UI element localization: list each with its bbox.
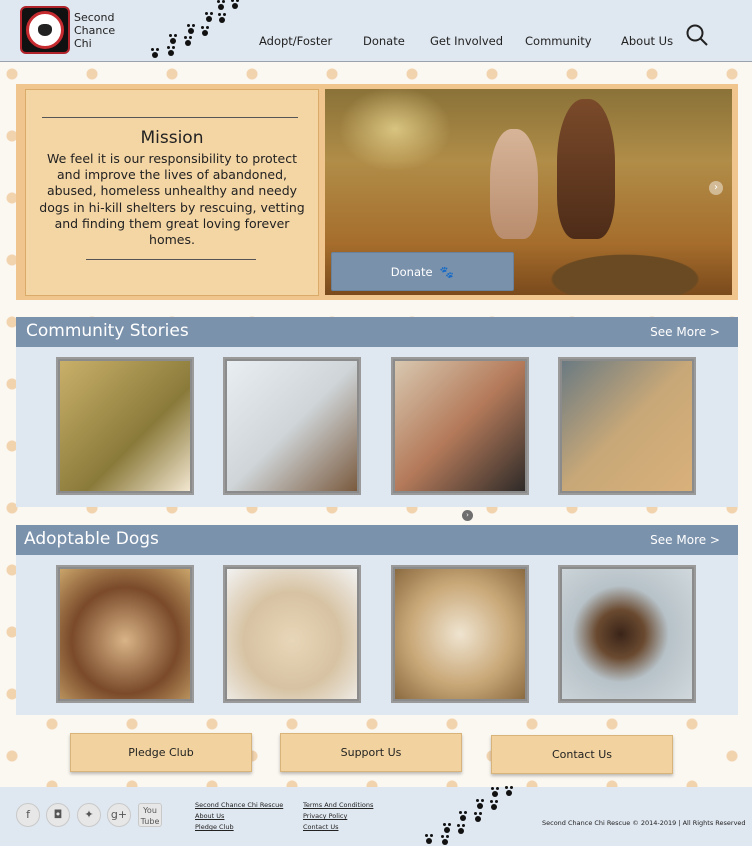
mission-panel: Mission We feel it is our responsibility… [25, 89, 319, 296]
nav-donate[interactable]: Donate [363, 34, 405, 48]
story-card[interactable] [223, 357, 361, 495]
site-header: Second Chance Chi Adopt/Foster Donate Ge… [0, 0, 752, 62]
footer-link-privacy[interactable]: Privacy Policy [303, 812, 347, 820]
adoptable-dogs-gallery [16, 555, 738, 715]
dog-figure [490, 129, 538, 239]
section-title: Adoptable Dogs [24, 529, 159, 549]
dog-figure [557, 99, 615, 239]
dog-card[interactable] [391, 565, 529, 703]
mission-text: We feel it is our responsibility to prot… [39, 151, 305, 248]
adoptable-see-more-link[interactable]: See More > [650, 533, 720, 547]
footer-link-contact[interactable]: Contact Us [303, 823, 339, 831]
dog-card[interactable] [56, 565, 194, 703]
twitter-icon[interactable]: ✦ [77, 803, 101, 827]
story-card[interactable] [558, 357, 696, 495]
site-footer: f ◘ ✦ g+ You Tube Second Chance Chi Resc… [0, 786, 752, 846]
nav-community[interactable]: Community [525, 34, 592, 48]
logo-text[interactable]: Second Chance Chi [74, 11, 134, 50]
adoptable-dogs-header: Adoptable Dogs See More > [16, 525, 738, 555]
donate-label: Donate [390, 265, 433, 279]
nav-get-involved[interactable]: Get Involved [430, 34, 503, 48]
story-card[interactable] [391, 357, 529, 495]
support-us-button[interactable]: Support Us [280, 733, 462, 772]
footer-link-pledge[interactable]: Pledge Club [195, 823, 234, 831]
youtube-icon[interactable]: You Tube [138, 803, 162, 827]
footer-link-terms[interactable]: Terms And Conditions [303, 801, 373, 809]
divider [86, 259, 256, 260]
community-stories-header: Community Stories See More > [16, 317, 738, 347]
contact-us-button[interactable]: Contact Us [491, 735, 673, 774]
nav-about-us[interactable]: About Us [621, 34, 673, 48]
donate-button[interactable]: Donate 🐾 [331, 252, 514, 291]
logo-icon[interactable] [20, 6, 70, 54]
footer-link-about[interactable]: About Us [195, 812, 224, 820]
carousel-next-icon[interactable]: › [462, 510, 473, 521]
mission-title: Mission [140, 128, 204, 148]
search-icon[interactable] [686, 24, 708, 46]
dog-card[interactable] [223, 565, 361, 703]
instagram-icon[interactable]: ◘ [46, 803, 70, 827]
google-plus-icon[interactable]: g+ [107, 803, 131, 827]
paw-icon: 🐾 [436, 265, 455, 279]
story-card[interactable] [56, 357, 194, 495]
nav-adopt-foster[interactable]: Adopt/Foster [259, 34, 332, 48]
carousel-next-icon[interactable]: › [709, 181, 723, 195]
section-title: Community Stories [26, 321, 189, 341]
copyright-text: Second Chance Chi Rescue © 2014-2019 | A… [542, 819, 746, 827]
divider [42, 117, 298, 118]
dog-card[interactable] [558, 565, 696, 703]
footer-link-rescue[interactable]: Second Chance Chi Rescue [195, 801, 283, 809]
pledge-club-button[interactable]: Pledge Club [70, 733, 252, 772]
community-stories-gallery [16, 347, 738, 507]
facebook-icon[interactable]: f [16, 803, 40, 827]
community-see-more-link[interactable]: See More > [650, 325, 720, 339]
